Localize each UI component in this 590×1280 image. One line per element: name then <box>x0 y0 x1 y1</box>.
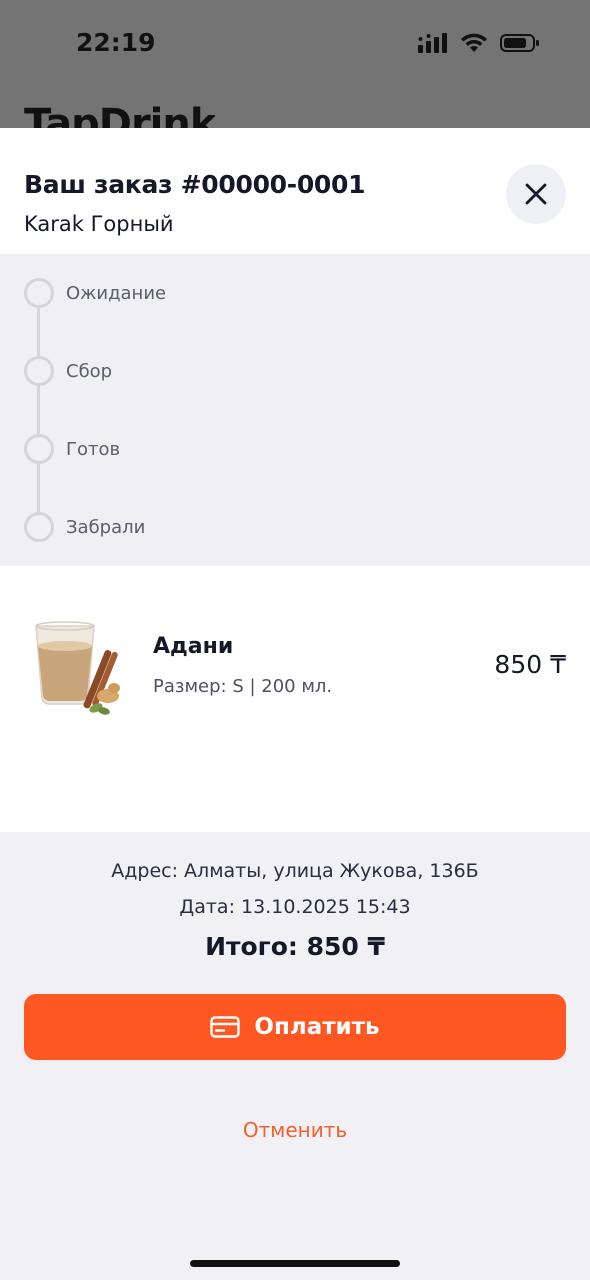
stepper-line <box>37 292 40 526</box>
pay-button[interactable]: Оплатить <box>24 994 566 1060</box>
pay-button-label: Оплатить <box>254 1014 380 1040</box>
step-label: Забрали <box>66 516 146 538</box>
step-waiting: Ожидание <box>24 278 166 308</box>
step-picked-up: Забрали <box>24 512 145 542</box>
drink-image <box>35 621 120 715</box>
cellular-signal-icon <box>418 33 447 53</box>
step-indicator <box>24 356 54 386</box>
item-price: 850 ₸ <box>494 650 566 679</box>
status-time: 22:19 <box>76 28 156 57</box>
home-indicator <box>190 1260 400 1267</box>
order-date: Дата: 13.10.2025 15:43 <box>179 896 411 918</box>
wifi-icon <box>461 33 487 52</box>
order-total: Итого: 850 ₸ <box>205 932 385 961</box>
step-indicator <box>24 512 54 542</box>
step-assembly: Сбор <box>24 356 112 386</box>
close-icon <box>525 183 547 205</box>
sheet-header: Ваш заказ #00000-0001 Karak Горный <box>0 128 590 254</box>
battery-icon <box>500 34 539 52</box>
shop-name: Karak Горный <box>24 212 174 236</box>
step-label: Готов <box>66 438 121 460</box>
status-bar: 22:19 TapDrink <box>0 0 590 128</box>
credit-card-icon <box>210 1016 241 1038</box>
step-indicator <box>24 434 54 464</box>
order-title: Ваш заказ #00000-0001 <box>24 170 366 199</box>
order-sheet: Ваш заказ #00000-0001 Karak Горный Ожида… <box>0 128 590 1280</box>
background-app-title: TapDrink <box>24 104 216 128</box>
order-item: Адани Размер: S | 200 мл. 850 ₸ <box>0 566 590 832</box>
step-indicator <box>24 278 54 308</box>
status-icons <box>418 33 540 53</box>
item-size: Размер: S | 200 мл. <box>153 676 333 697</box>
cancel-order-button[interactable]: Отменить <box>0 1118 590 1142</box>
delivery-address: Адрес: Алматы, улица Жукова, 136Б <box>111 860 479 882</box>
close-button[interactable] <box>506 164 566 224</box>
step-ready: Готов <box>24 434 120 464</box>
step-label: Сбор <box>66 360 113 382</box>
item-name: Адани <box>153 634 234 659</box>
order-status-stepper: Ожидание Сбор Готов Забрали <box>0 254 590 566</box>
step-label: Ожидание <box>66 282 167 304</box>
